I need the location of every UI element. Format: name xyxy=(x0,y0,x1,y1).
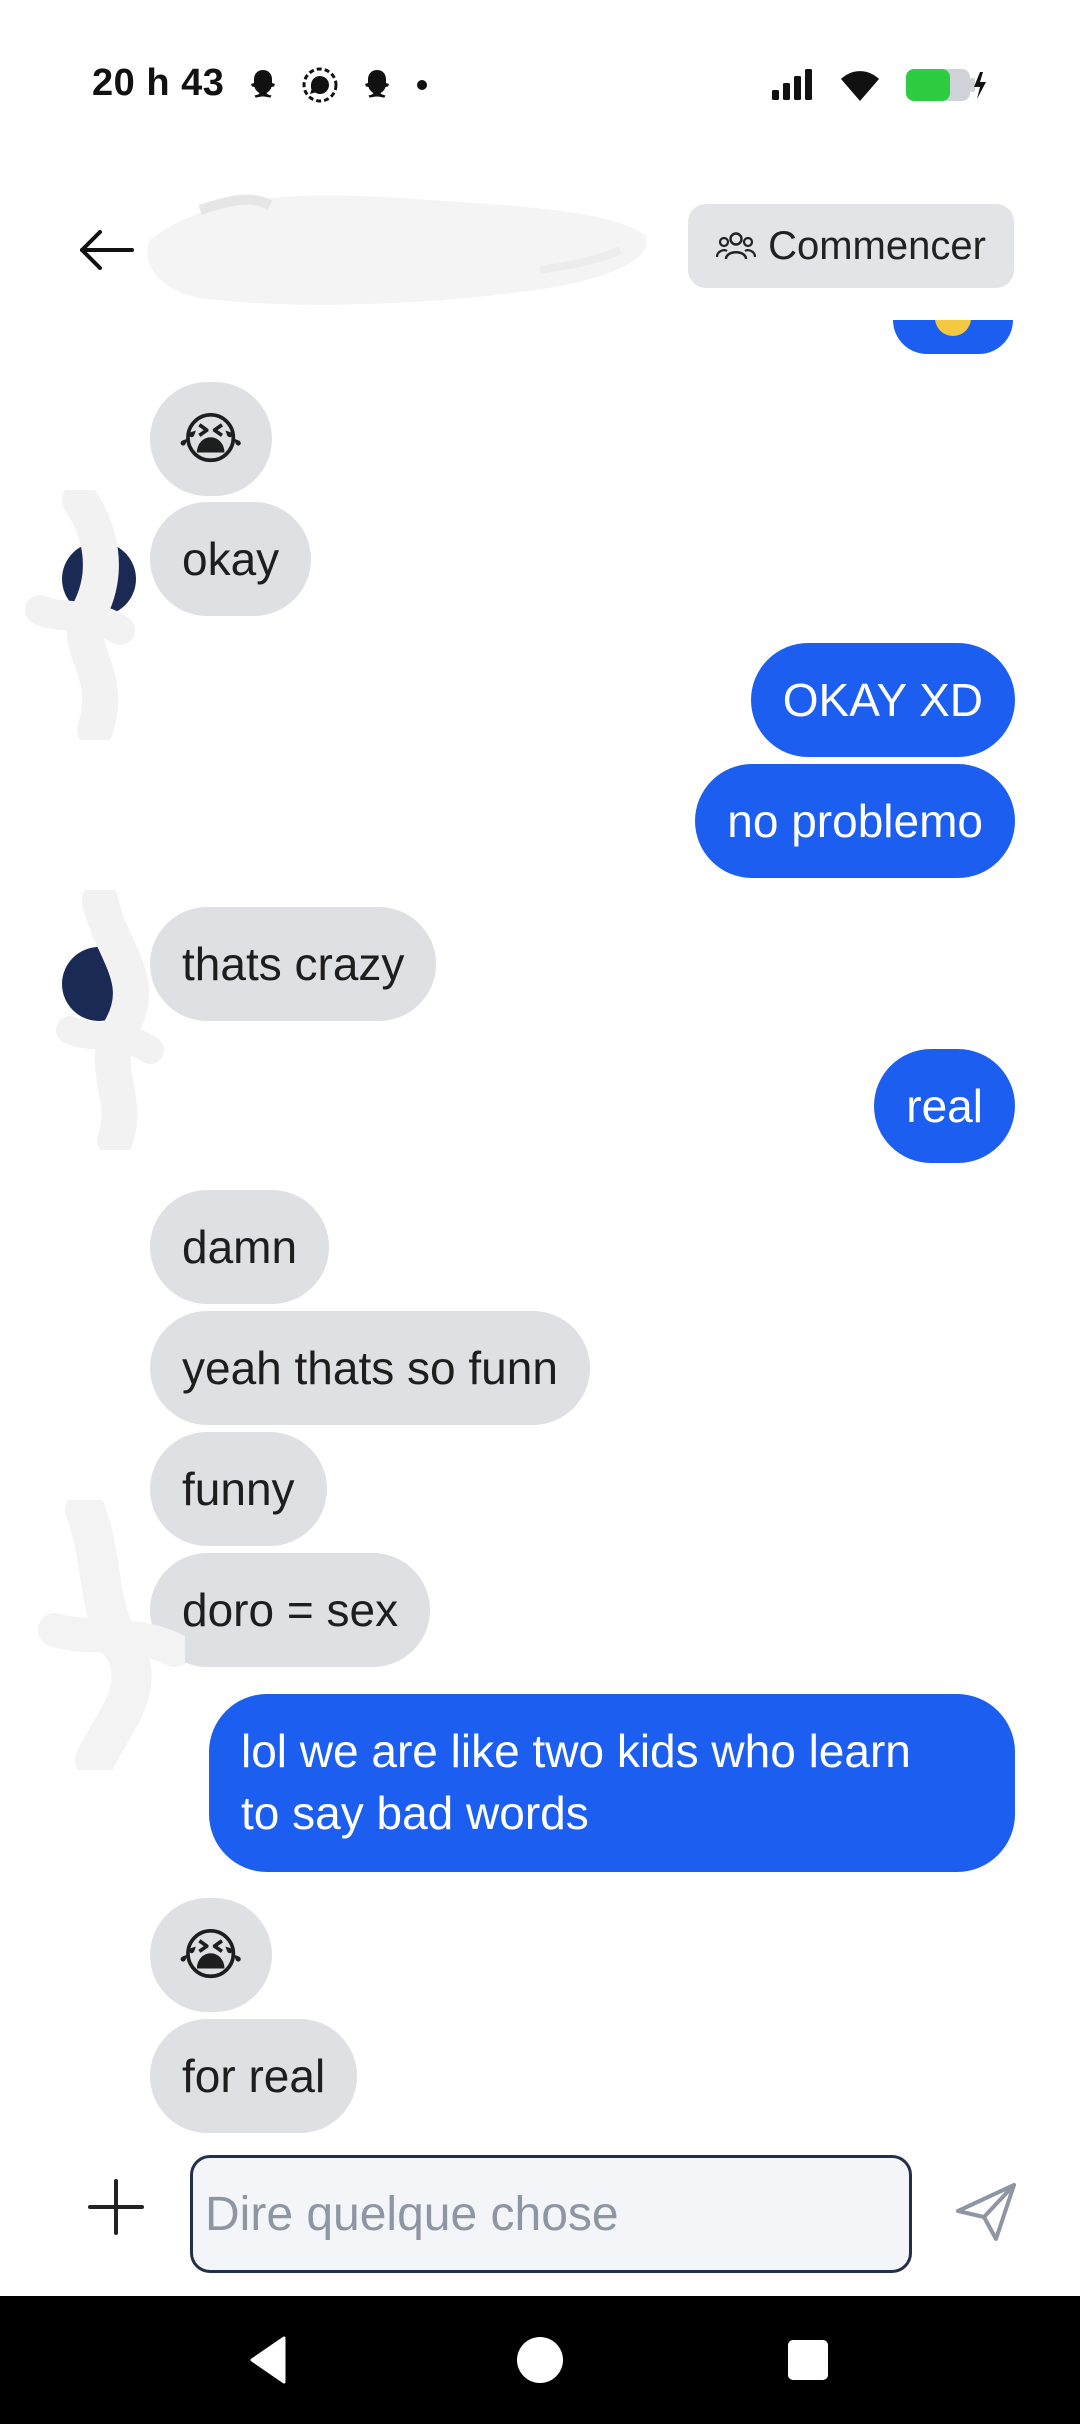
nav-home-icon[interactable] xyxy=(510,2330,570,2390)
message-bubble-incoming[interactable]: 😭 xyxy=(150,1898,272,2012)
message-bubble-incoming[interactable]: damn xyxy=(150,1190,330,1304)
message-input[interactable] xyxy=(190,2155,912,2273)
message-bubble-outgoing[interactable]: real xyxy=(874,1049,1015,1163)
send-icon[interactable] xyxy=(952,2177,1022,2247)
nav-recents-icon[interactable] xyxy=(778,2330,838,2390)
message-bubble-incoming[interactable]: 😭 xyxy=(150,382,272,496)
message-bubble-incoming[interactable]: thats crazy xyxy=(150,907,437,1021)
message-bubble-incoming[interactable]: doro = sex xyxy=(150,1553,431,1667)
message-bubble-outgoing[interactable]: OKAY XD xyxy=(750,643,1015,757)
add-attachment-icon[interactable] xyxy=(86,2177,146,2237)
avatar-redaction xyxy=(38,1500,185,1770)
message-bubble-incoming[interactable]: for real xyxy=(150,2019,358,2133)
message-composer xyxy=(0,2135,1080,2295)
avatar-redaction xyxy=(25,490,135,740)
chat-screen: 20 h 43 Commencer 😭 okay OKAY XD no prob… xyxy=(0,0,1080,2424)
message-bubble-incoming[interactable]: okay xyxy=(150,502,312,616)
avatar-redaction xyxy=(56,890,164,1150)
message-list: 😭 okay OKAY XD no problemo thats crazy r… xyxy=(0,0,1080,2424)
nav-back-icon[interactable] xyxy=(240,2330,300,2390)
navigation-bar xyxy=(0,2296,1080,2424)
message-bubble-outgoing[interactable]: no problemo xyxy=(695,764,1015,878)
message-bubble-incoming[interactable]: yeah thats so funn xyxy=(150,1311,590,1425)
message-bubble-outgoing[interactable]: lol we are like two kids who learn to sa… xyxy=(209,1694,1015,1872)
